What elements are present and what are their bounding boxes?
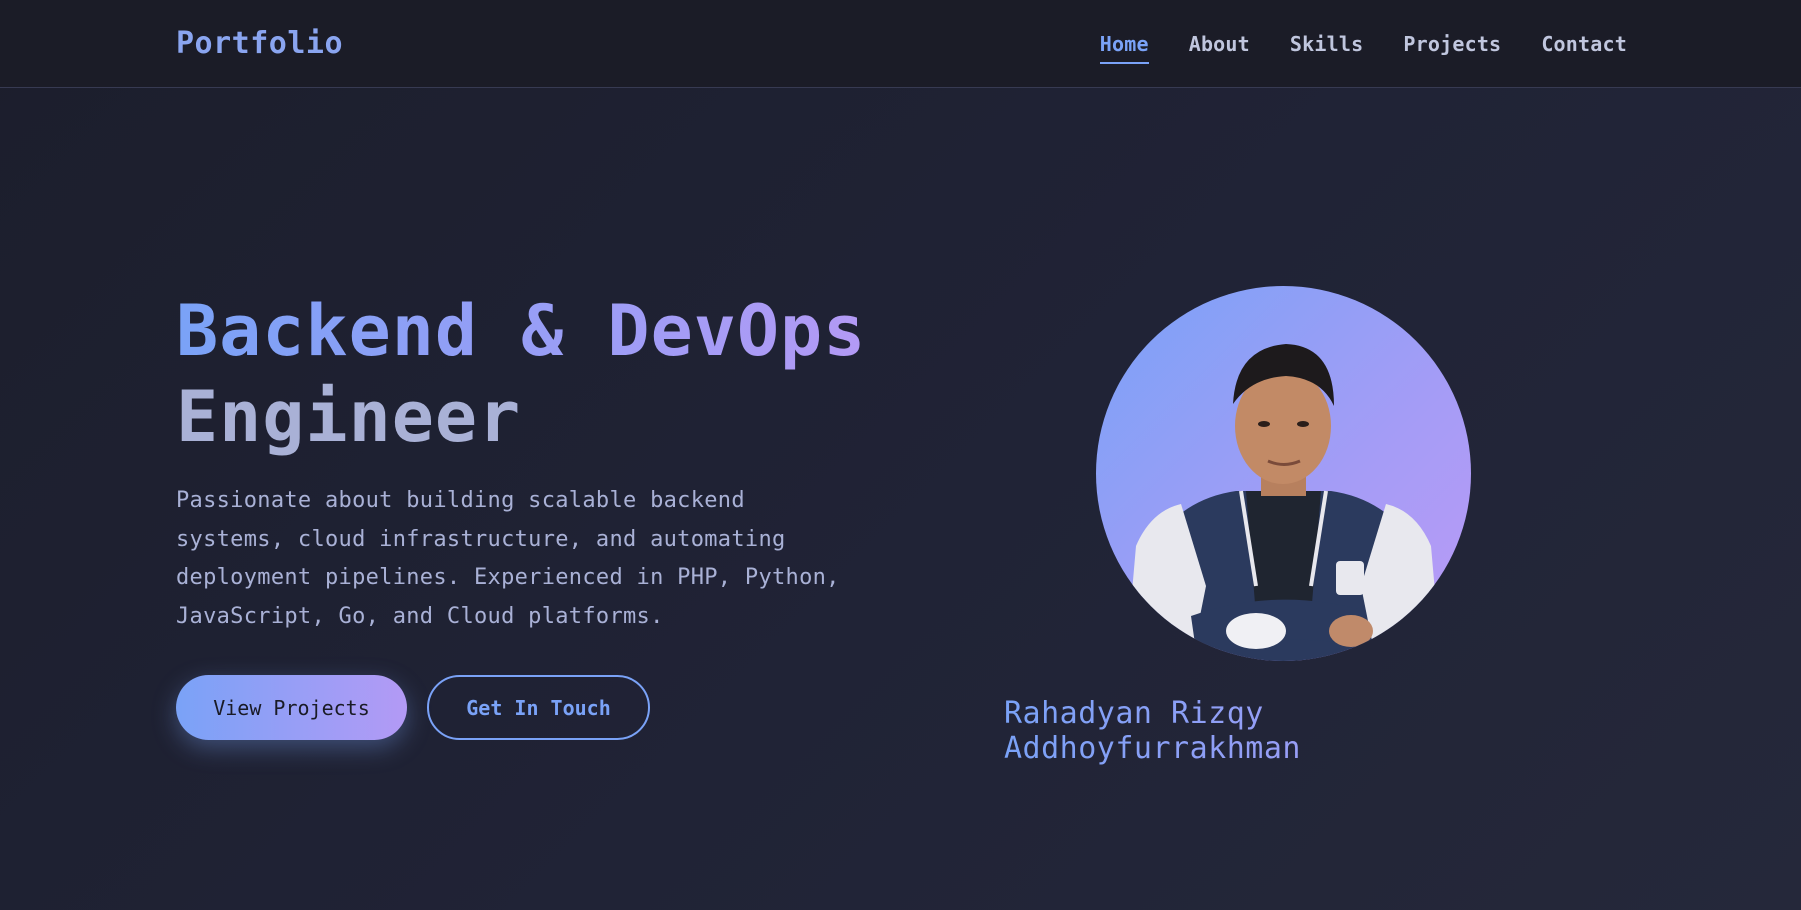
hero-title: Backend & DevOps Engineer xyxy=(176,288,866,460)
profile-name: Rahadyan Rizqy Addhoyfurrakhman xyxy=(1004,696,1564,766)
nav-link-contact[interactable]: Contact xyxy=(1541,32,1627,64)
nav-links: Home About Skills Projects Contact xyxy=(1099,32,1627,64)
get-in-touch-button[interactable]: Get In Touch xyxy=(427,675,650,740)
profile-photo-icon xyxy=(1126,344,1441,661)
view-projects-button[interactable]: View Projects xyxy=(176,675,407,740)
hero-title-line2: Engineer xyxy=(176,376,522,458)
logo[interactable]: Portfolio xyxy=(176,26,343,61)
hero-title-line1: Backend & DevOps xyxy=(176,290,867,372)
profile-avatar xyxy=(1096,286,1471,661)
nav-link-home[interactable]: Home xyxy=(1099,32,1149,64)
nav-link-skills[interactable]: Skills xyxy=(1290,32,1363,64)
hero-description: Passionate about building scalable backe… xyxy=(176,488,840,629)
nav-link-about[interactable]: About xyxy=(1189,32,1250,64)
nav-link-projects[interactable]: Projects xyxy=(1403,32,1501,64)
navbar: Portfolio Home About Skills Projects Con… xyxy=(0,0,1801,88)
